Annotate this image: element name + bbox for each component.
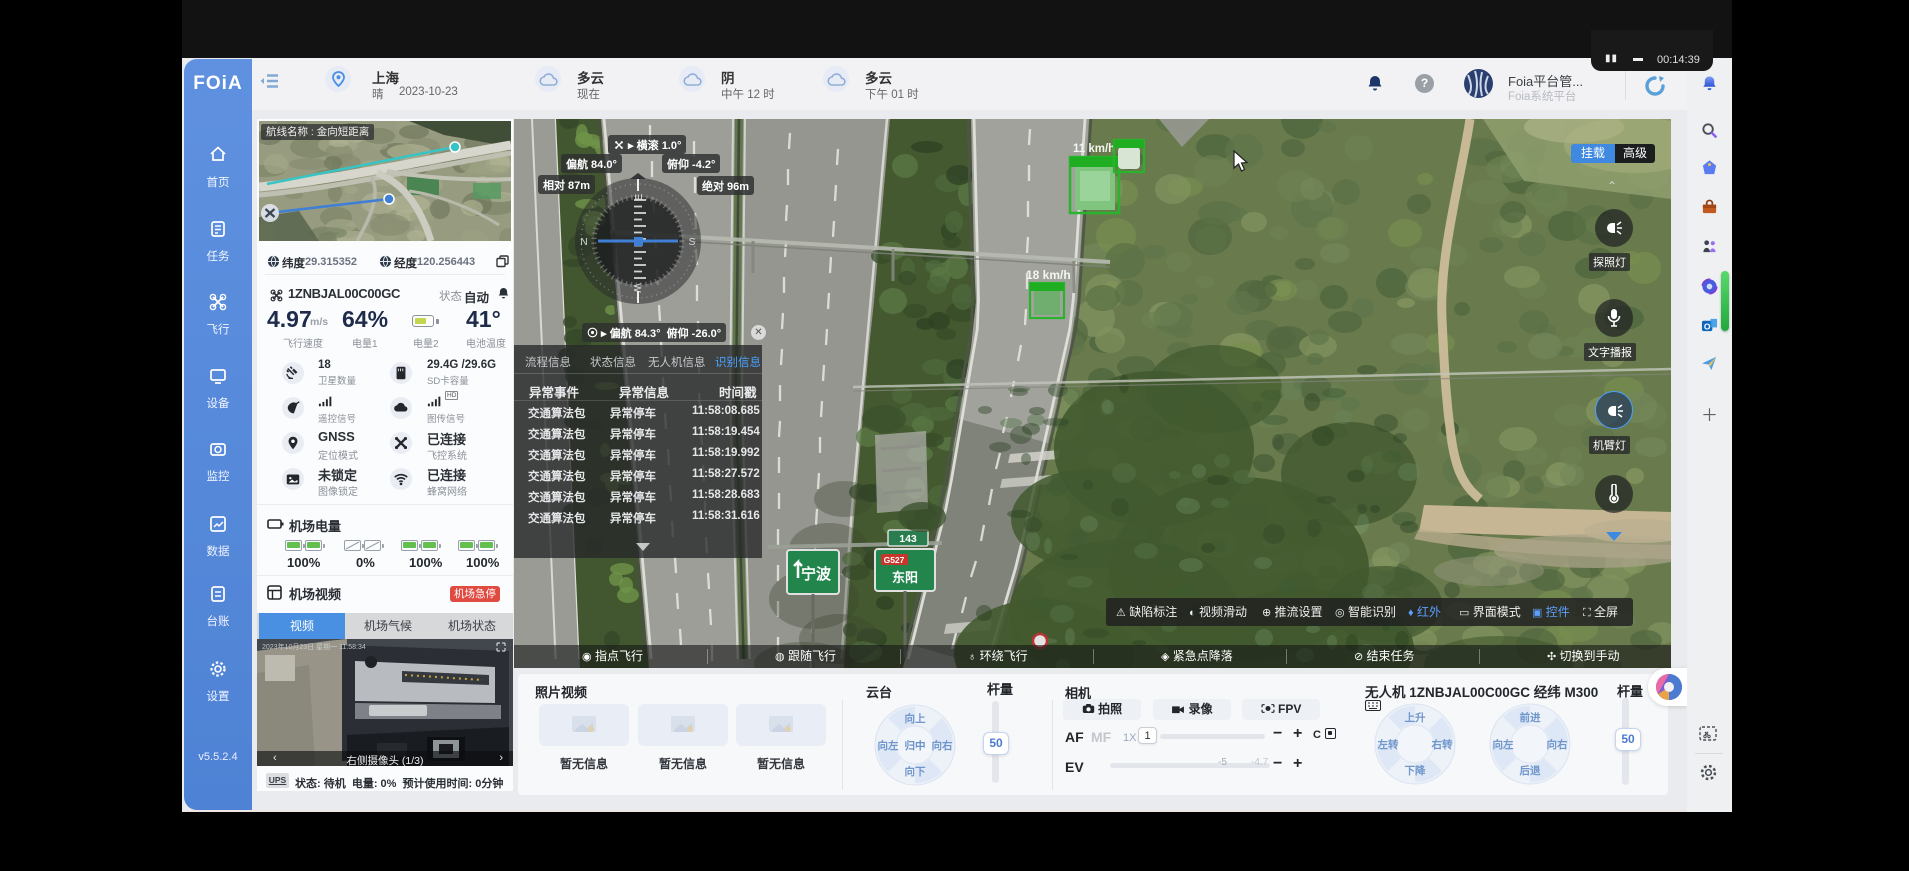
- svg-text:向下: 向下: [905, 765, 926, 778]
- svg-text:向右: 向右: [932, 739, 953, 752]
- svg-text:归中: 归中: [905, 739, 926, 752]
- svg-text:后退: 后退: [1520, 764, 1542, 777]
- svg-text:前进: 前进: [1520, 711, 1542, 724]
- svg-text:O: O: [1704, 321, 1711, 331]
- svg-text:下降: 下降: [1405, 764, 1427, 777]
- svg-text:N: N: [580, 237, 587, 248]
- svg-text:W: W: [631, 283, 642, 293]
- svg-text:向左: 向左: [878, 739, 899, 752]
- svg-text:向右: 向右: [1547, 738, 1569, 751]
- svg-text:上升: 上升: [1405, 711, 1427, 724]
- svg-text:2023年10月23日 星期一 11:58:34: 2023年10月23日 星期一 11:58:34: [262, 642, 366, 651]
- svg-text:左转: 左转: [1377, 738, 1400, 751]
- svg-text:右转: 右转: [1431, 738, 1454, 751]
- svg-text:向上: 向上: [905, 712, 926, 725]
- svg-text:S: S: [689, 237, 696, 248]
- svg-text:向左: 向左: [1493, 738, 1515, 751]
